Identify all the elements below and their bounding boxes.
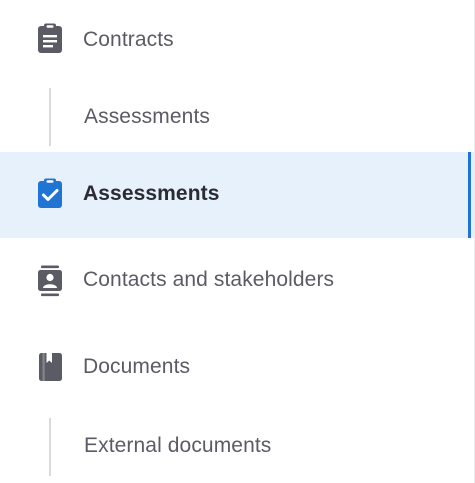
nav-item-contracts[interactable]: Contracts (0, 0, 475, 80)
tree-line (49, 418, 51, 476)
nav-item-label: Assessments (84, 105, 210, 128)
clipboard-check-icon (38, 178, 62, 208)
nav-item-contacts-and-stakeholders[interactable]: Contacts and stakeholders (0, 238, 475, 324)
nav-subitem-assessments[interactable]: Assessments (0, 80, 475, 152)
book-icon (39, 353, 62, 381)
nav-item-label: External documents (84, 434, 272, 457)
active-indicator (468, 152, 471, 238)
nav-item-label: Assessments (83, 182, 220, 205)
sidebar-nav: Contracts Assessments Assessments Contac… (0, 0, 475, 483)
nav-item-label: Documents (83, 355, 191, 378)
tree-line (49, 88, 51, 146)
nav-item-label: Contracts (83, 28, 174, 51)
contact-card-icon (38, 265, 62, 297)
nav-item-documents[interactable]: Documents (0, 324, 475, 410)
nav-subitem-external-documents[interactable]: External documents (0, 410, 475, 483)
clipboard-list-icon (38, 23, 62, 53)
nav-item-assessments[interactable]: Assessments (0, 152, 475, 238)
nav-item-label: Contacts and stakeholders (83, 268, 335, 291)
